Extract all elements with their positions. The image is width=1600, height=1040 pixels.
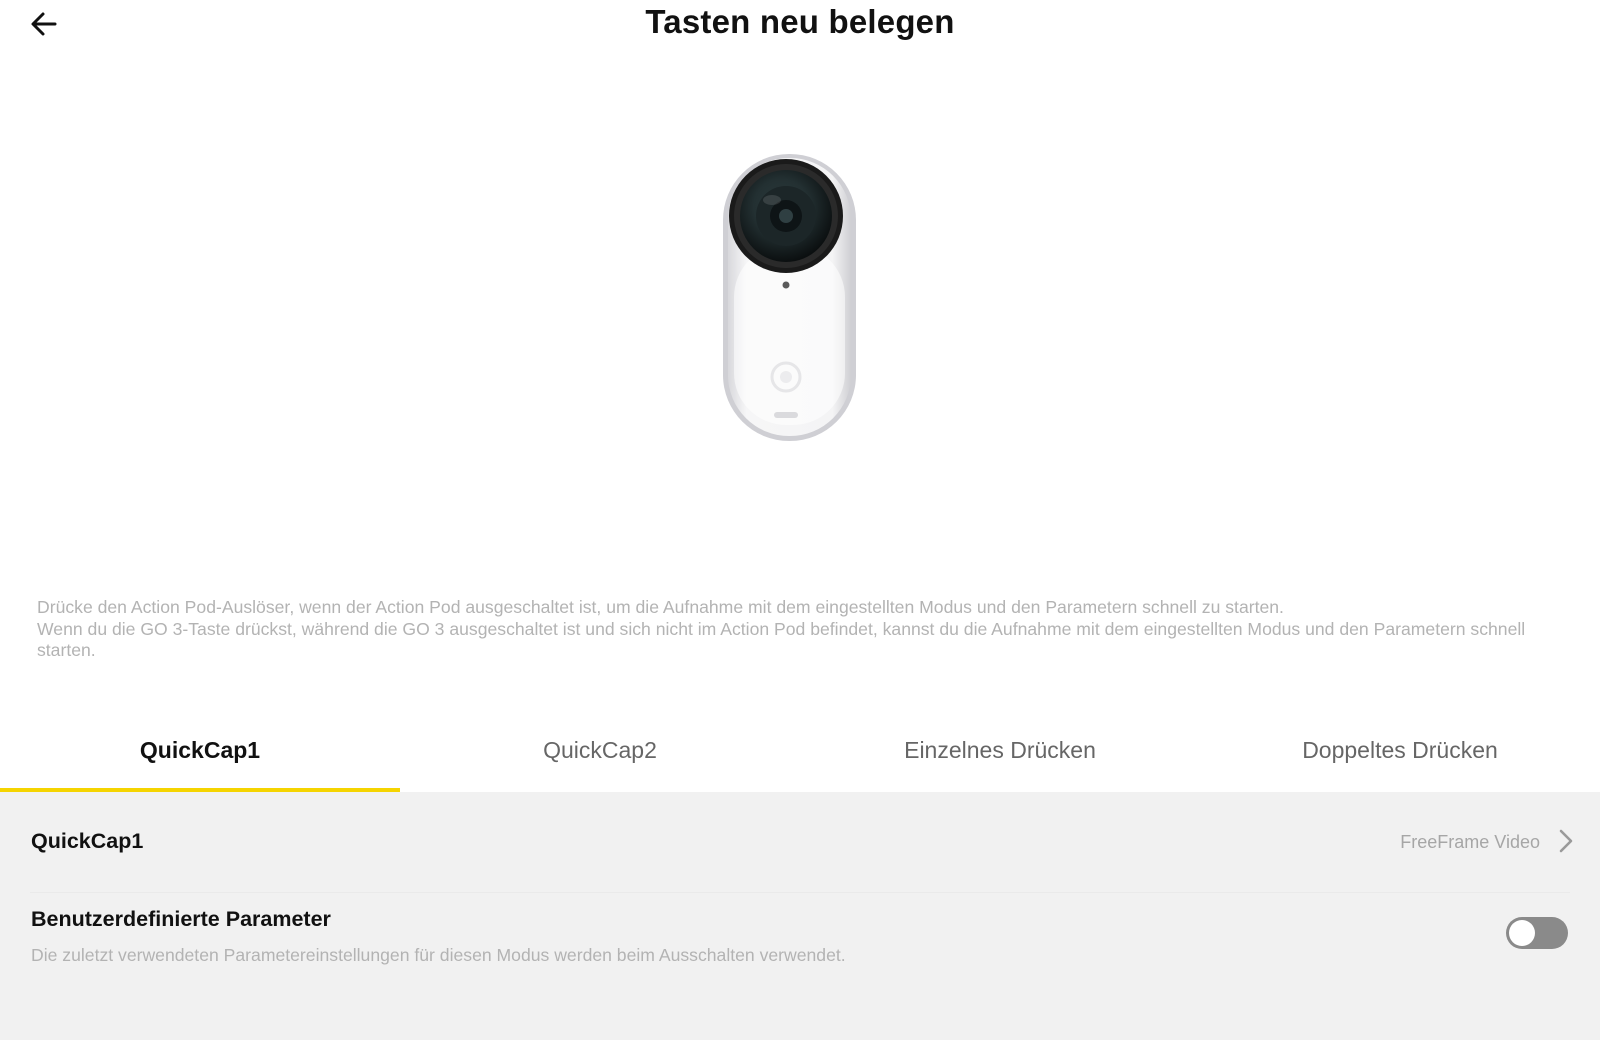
- tab-double-press[interactable]: Doppeltes Drücken: [1200, 712, 1600, 792]
- tab-label: Doppeltes Drücken: [1302, 737, 1498, 763]
- tab-single-press[interactable]: Einzelnes Drücken: [800, 712, 1200, 792]
- tab-bar: QuickCap1 QuickCap2 Einzelnes Drücken Do…: [0, 712, 1600, 792]
- tab-label: QuickCap2: [543, 737, 657, 763]
- description-line-1: Drücke den Action Pod-Auslöser, wenn der…: [37, 597, 1284, 617]
- tab-label: Einzelnes Drücken: [904, 737, 1096, 763]
- divider: [30, 892, 1570, 893]
- camera-device-image: [720, 150, 870, 450]
- mode-row-label: QuickCap1: [31, 829, 144, 853]
- mode-row[interactable]: QuickCap1 FreeFrame Video: [0, 792, 1600, 892]
- settings-panel: QuickCap1 FreeFrame Video Benutzerdefini…: [0, 792, 1600, 1040]
- chevron-right-icon: [1559, 829, 1573, 853]
- tab-quickcap1[interactable]: QuickCap1: [0, 712, 400, 792]
- custom-params-description: Die zuletzt verwendeten Parametereinstel…: [31, 945, 846, 965]
- description-line-2: Wenn du die GO 3-Taste drückst, während …: [37, 618, 1526, 661]
- description: Drücke den Action Pod-Auslöser, wenn der…: [37, 597, 1547, 662]
- page-title: Tasten neu belegen: [645, 3, 955, 40]
- tab-quickcap2[interactable]: QuickCap2: [400, 712, 800, 792]
- tab-label: QuickCap1: [139, 737, 261, 763]
- mode-row-value: FreeFrame Video: [1400, 832, 1540, 852]
- header: Tasten neu belegen: [0, 0, 1600, 48]
- custom-params-toggle[interactable]: [1506, 917, 1568, 949]
- toggle-knob: [1509, 920, 1535, 946]
- custom-params-label: Benutzerdefinierte Parameter: [31, 907, 331, 931]
